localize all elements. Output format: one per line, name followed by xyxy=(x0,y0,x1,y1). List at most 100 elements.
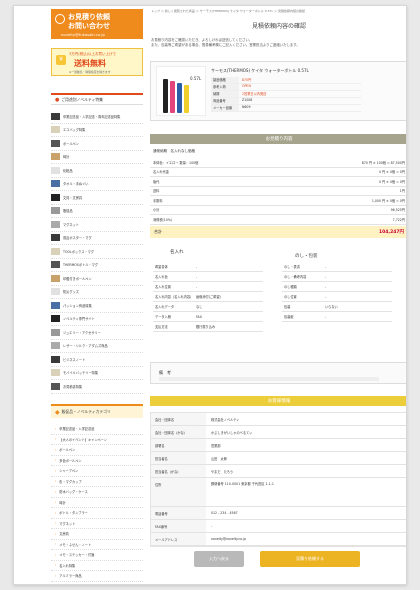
category-item[interactable]: › 【大人のイベント】キャンペーン xyxy=(51,435,143,445)
sidebar-item[interactable]: ビジネスノート xyxy=(51,353,143,367)
spec-label: メーカー品番 xyxy=(211,105,239,111)
estimate-row: 版代 0 円 × 0個 = 0円 xyxy=(150,177,406,187)
customer-row: 電話番号 012 - 234 - 4567 xyxy=(151,507,406,520)
category-item[interactable]: › シャープペン xyxy=(51,466,143,477)
item-thumbnail xyxy=(51,180,60,188)
name-row: 希望書体 - xyxy=(153,262,263,272)
product-image-label: 0.57L xyxy=(190,76,202,81)
remarks-field[interactable] xyxy=(159,377,379,381)
sidebar-item[interactable]: エコバッグ特集 xyxy=(51,124,143,137)
name-row: 名入れデータ なし xyxy=(153,302,263,312)
item-thumbnail xyxy=(51,220,60,228)
estimate-label: 名入れ代金 xyxy=(153,170,169,175)
product-name[interactable]: サーモス(THERMOS) ケイタ ウォーターボトル 0.57L xyxy=(211,68,309,74)
sidebar-item[interactable]: モバイルバッテリー特集 xyxy=(51,367,143,380)
sidebar-item[interactable]: ボールペン xyxy=(51,137,143,151)
name-row: 支払方法 銀行振り込み xyxy=(153,322,263,332)
sidebar-item[interactable]: ジュエリー・アクセサリー xyxy=(51,326,143,340)
sidebar-item[interactable]: TOOLボックス・マグ xyxy=(51,245,143,259)
sidebar-item[interactable]: ノベルティ専門サイト xyxy=(51,313,143,326)
category-item-label: 卒業記念品・入学記念品 xyxy=(59,427,95,432)
breadcrumb[interactable]: トップ ＞ 新しく閲覧された商品 ＞ サーモス(THERMOS) ケイタ ウォー… xyxy=(151,9,406,13)
category-item-label: アルミラー商品 xyxy=(59,574,82,579)
category-item[interactable]: › 多色ボールペン xyxy=(51,456,143,466)
category-item[interactable]: › 時計 xyxy=(51,498,143,508)
category-item[interactable]: › 文房具 xyxy=(51,529,143,540)
category-item-label: 多色ボールペン xyxy=(59,458,82,463)
sidebar-item-label: レザー・シルク・アダムズ商品 xyxy=(63,344,108,349)
category-item[interactable]: › マグネット xyxy=(51,519,143,529)
sidebar-item[interactable]: 卒業記念品・入学記念・周年記念品特集 xyxy=(51,110,143,124)
inquiry-banner[interactable]: お見積り依頼 お問い合わせ novelty@fukasaki.co.jp xyxy=(51,9,143,39)
sidebar-item[interactable]: 時計 xyxy=(51,151,143,164)
category-item[interactable]: › ボトル・タンブラー xyxy=(51,508,143,519)
chevron-right-icon: › xyxy=(55,479,57,484)
customer-value: - xyxy=(211,524,213,528)
category-item[interactable]: › ボールペン xyxy=(51,445,143,456)
estimate-label: 消費税(10%) xyxy=(153,217,173,222)
sidebar-item-label: 販促品 xyxy=(63,209,73,214)
field-value: 銀行振り込み xyxy=(196,325,216,329)
sidebar-item[interactable]: レザー・シルク・アダムズ商品 xyxy=(51,340,143,353)
name-row: 名入れ色 - xyxy=(153,272,263,282)
category-item[interactable]: › 名入れ特集 xyxy=(51,561,143,571)
sidebar-item[interactable]: 販促品 xyxy=(51,205,143,218)
chevron-right-icon: › xyxy=(55,447,57,452)
category-item[interactable]: › 卒業記念品・入学記念品 xyxy=(51,424,143,435)
sidebar-item-label: 文具・文房具 xyxy=(63,195,83,200)
sidebar-item-label: マグネット xyxy=(63,222,79,227)
category-item[interactable]: › アルミラー商品 xyxy=(51,571,143,582)
sidebar-item[interactable]: 防災グッズ xyxy=(51,286,143,299)
back-button[interactable]: 入力へ戻る xyxy=(194,551,244,567)
sidebar-item[interactable]: 印鑑付きボールペン xyxy=(51,272,143,286)
customer-row: 会社・団体名 株式会社ノベルティ xyxy=(151,413,406,426)
sidebar-item[interactable]: THERMOSボトル・マグ xyxy=(51,259,143,272)
item-thumbnail xyxy=(51,207,60,215)
field-label: 包装紙 xyxy=(284,315,294,319)
customer-label: 会社・団体名（かな） xyxy=(151,426,206,438)
sidebar-item[interactable]: 風呂ポスター・マグ xyxy=(51,232,143,245)
spec-value: 870円 xyxy=(242,78,252,82)
name-table: 希望書体 - 名入れ色 - 名入れ位置 - 名入れ内容（名入れ内容） 画像添付(ご希望) 名入れ… xyxy=(153,262,263,332)
field-label: のし・備考内容 xyxy=(284,275,307,279)
customer-value: 山田 太郎 xyxy=(211,457,227,461)
category-item[interactable]: › メモ・ふせん・ノート xyxy=(51,540,143,550)
estimate-row: 名入れ代金 0 円 × 0個 = 0円 xyxy=(150,168,406,177)
category-item-label: 防水バッグ・ケース xyxy=(59,490,88,495)
field-value: - xyxy=(325,314,327,319)
sidebar-item-label: 卒業記念品・入学記念・周年記念品特集 xyxy=(63,114,121,119)
sidebar-item[interactable]: 文具・文房具 xyxy=(51,191,143,205)
estimate-total-row: 合計 104,247円 xyxy=(150,226,406,238)
estimate-value: 1円 xyxy=(399,189,405,194)
chevron-right-icon: › xyxy=(55,468,57,473)
field-label: データ入稿 xyxy=(155,315,171,319)
category-item[interactable]: › メモ・ステッカー・付箋 xyxy=(51,550,143,561)
recommended-list: 卒業記念品・入学記念・周年記念品特集エコバッグ特集 ボールペン 時計化粧品タオル・手… xyxy=(51,110,143,394)
customer-row: 担当者名 山田 太郎 xyxy=(151,452,406,465)
estimate-subtitle: 通常納期 名入れなし価格 xyxy=(153,149,195,153)
name-row: データ入稿 FAX xyxy=(153,312,263,322)
item-thumbnail xyxy=(51,153,60,161)
estimate-header: お見積り内容 xyxy=(150,134,406,144)
sidebar-item[interactable]: タオル・手ぬぐい xyxy=(51,178,143,191)
send-estimate-button[interactable]: 見積り依頼する xyxy=(260,551,360,567)
sidebar-item[interactable]: お見積書特集 xyxy=(51,380,143,394)
category-item[interactable]: › 缶・マグカップ xyxy=(51,477,143,487)
sidebar-item[interactable]: マグネット xyxy=(51,218,143,232)
field-value: - xyxy=(325,264,327,269)
wrap-row: のし種類 - xyxy=(282,282,392,292)
customer-value: やまだ たろう xyxy=(211,470,234,474)
chevron-right-icon: › xyxy=(55,573,57,578)
shipping-banner[interactable]: ¥ 3万円(税込)以上お買い上げで 送料無料 ※一部離島・時間指定を除きます xyxy=(51,48,143,76)
sidebar-item[interactable]: パッション商品特集 xyxy=(51,299,143,313)
estimate-label: 版代 xyxy=(153,179,160,184)
sidebar-item-label: 化粧品 xyxy=(63,168,73,173)
field-value: なし xyxy=(196,305,203,309)
sidebar-item[interactable]: 化粧品 xyxy=(51,164,143,178)
field-label: のし種類 xyxy=(284,285,297,289)
sidebar-item-label: THERMOSボトル・マグ xyxy=(63,263,98,268)
category-item[interactable]: › 防水バッグ・ケース xyxy=(51,487,143,498)
product-spec-row: 参考入荷 OPEN xyxy=(211,84,361,91)
estimate-label: 本体色：イエロー 数量：100個 xyxy=(153,160,199,165)
chevron-right-icon: › xyxy=(55,489,57,494)
